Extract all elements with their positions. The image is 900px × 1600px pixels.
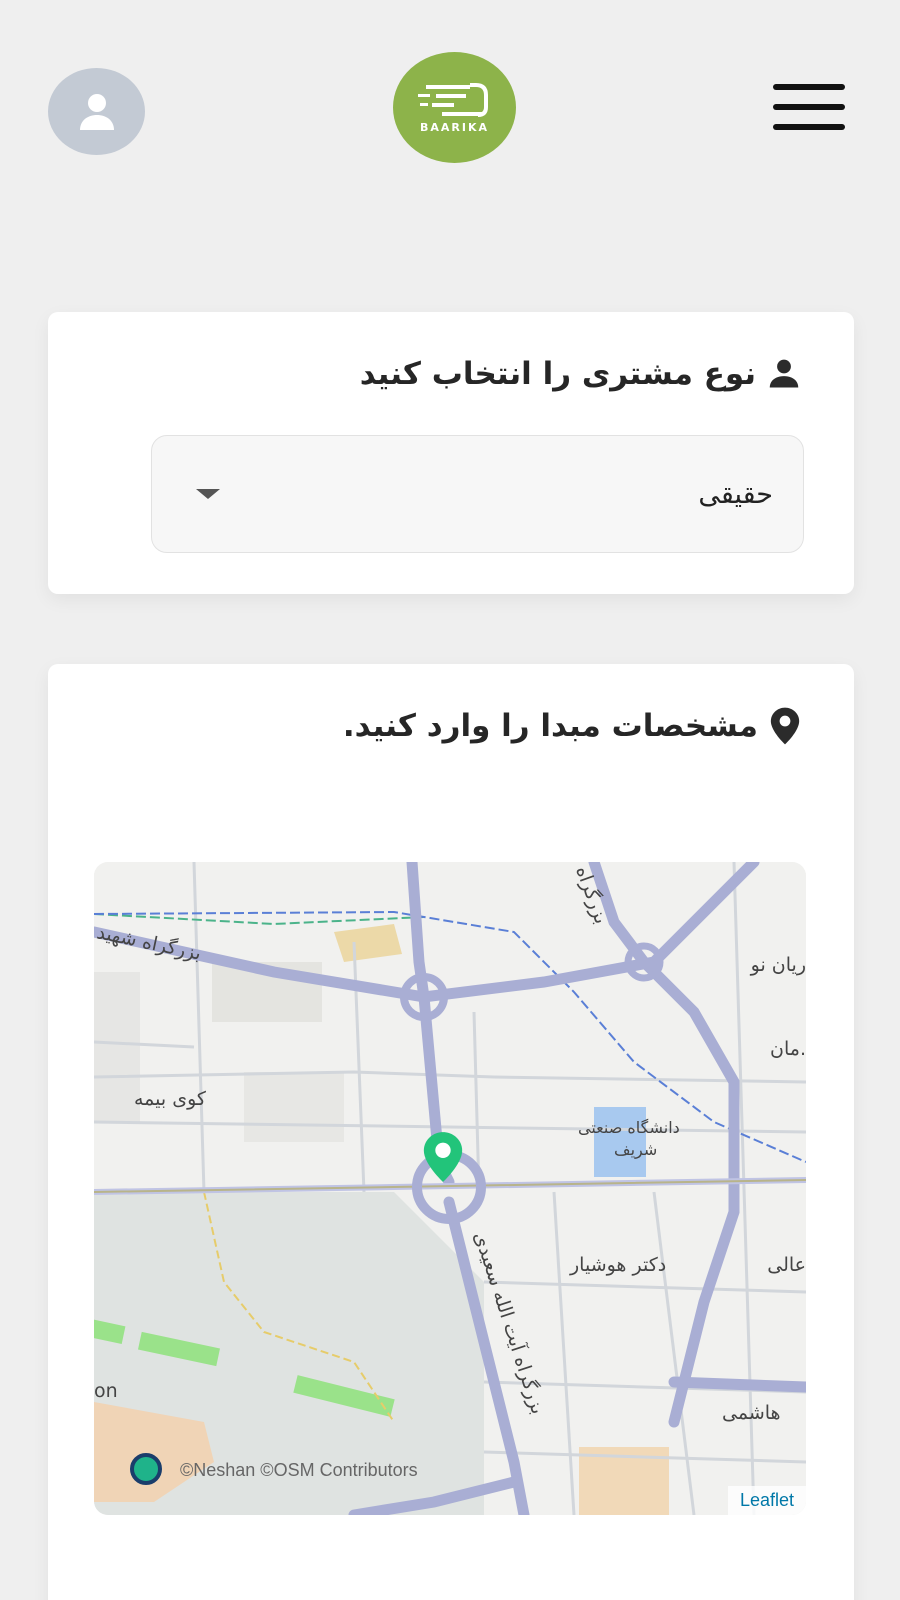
customer-type-heading: نوع مشتری را انتخاب کنید — [360, 356, 802, 392]
map-label-hooshyar: دکتر هوشیار — [570, 1254, 667, 1276]
map-attribution: ©Neshan ©OSM Contributors — [180, 1460, 418, 1480]
map-label-sharif-1: دانشگاه صنعتی — [578, 1118, 680, 1137]
map-tiles — [94, 862, 806, 1515]
map-label-airyan: ریان نو — [750, 954, 806, 976]
customer-type-card: نوع مشتری را انتخاب کنید حقیقی — [48, 312, 854, 594]
map-label-sharif-2: شریف — [614, 1140, 658, 1159]
profile-avatar-button[interactable] — [48, 68, 145, 155]
origin-title: مشخصات مبدا را وارد کنید. — [342, 708, 758, 744]
neshan-logo-icon — [130, 1453, 162, 1485]
map-label-hashemi: هاشمی — [722, 1402, 781, 1424]
menu-line — [773, 104, 845, 110]
menu-line — [773, 124, 845, 130]
location-marker-icon[interactable] — [420, 1130, 466, 1184]
app-header: BAARIKA — [0, 0, 900, 200]
leaflet-link[interactable]: Leaflet — [727, 1486, 806, 1515]
customer-type-title: نوع مشتری را انتخاب کنید — [359, 356, 756, 392]
location-pin-icon — [770, 707, 800, 745]
truck-logo-icon — [417, 83, 488, 117]
chevron-down-icon — [196, 489, 220, 499]
logo-text: BAARIKA — [419, 121, 489, 134]
map-label-kuye-bimeh: کوی بیمه — [134, 1088, 206, 1110]
customer-type-select[interactable]: حقیقی — [151, 435, 804, 553]
map-label-on: on — [94, 1380, 118, 1402]
hamburger-menu-icon[interactable] — [773, 84, 845, 130]
app-logo: BAARIKA — [393, 52, 516, 163]
origin-map[interactable]: بزرگراه شهید بزرگراه ریان نو .مان کوی بی… — [94, 862, 806, 1515]
user-icon — [769, 359, 799, 388]
customer-type-selected-value: حقیقی — [698, 478, 773, 510]
origin-card: مشخصات مبدا را وارد کنید. بزرگراه شهید ب… — [48, 664, 854, 1600]
map-label-ali: عالی — [767, 1254, 806, 1276]
user-icon — [79, 93, 114, 130]
menu-line — [773, 84, 845, 90]
origin-heading: مشخصات مبدا را وارد کنید. — [343, 706, 802, 746]
map-label-saman: .مان — [770, 1038, 806, 1060]
